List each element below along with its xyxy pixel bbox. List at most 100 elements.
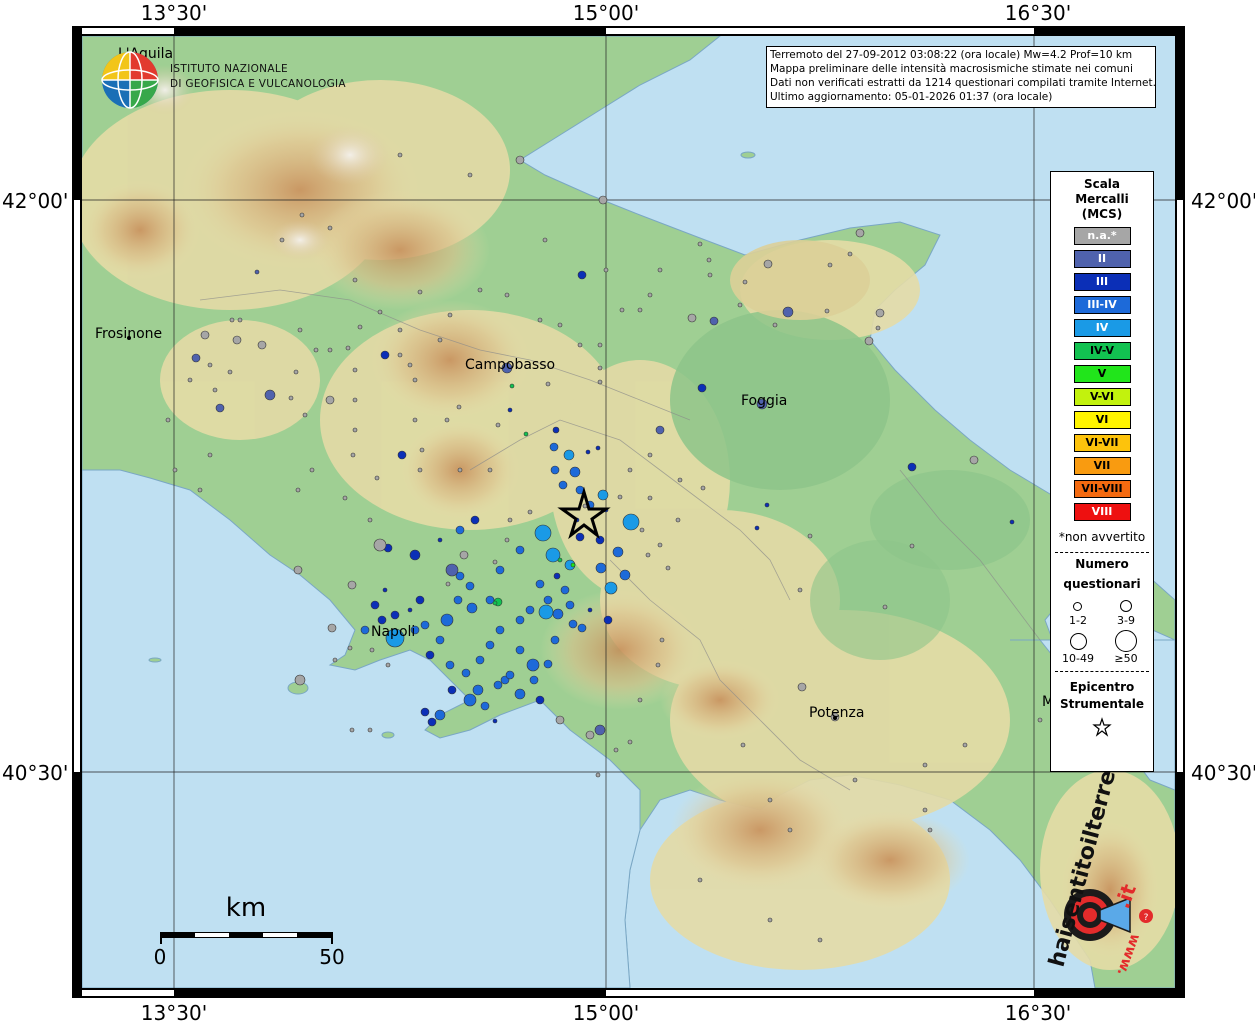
survey-point bbox=[385, 662, 391, 668]
survey-point bbox=[604, 581, 618, 595]
lon-label-1500-top: 15°00' bbox=[573, 1, 639, 25]
survey-point bbox=[922, 807, 928, 813]
size-1-2-symbol bbox=[1073, 602, 1082, 611]
survey-point bbox=[772, 322, 778, 328]
lat-label-4200-left: 42°00' bbox=[2, 189, 68, 213]
lat-label-4030-left: 40°30' bbox=[2, 761, 68, 785]
survey-point bbox=[380, 350, 390, 360]
survey-point bbox=[782, 306, 794, 318]
survey-point bbox=[325, 395, 335, 405]
survey-point bbox=[455, 525, 465, 535]
survey-point bbox=[447, 685, 457, 695]
survey-point bbox=[675, 517, 681, 523]
mcs-scale-item: VII bbox=[1073, 457, 1131, 475]
survey-point bbox=[295, 487, 301, 493]
survey-point bbox=[875, 325, 881, 331]
survey-point bbox=[297, 327, 303, 333]
survey-point bbox=[595, 445, 601, 451]
survey-point bbox=[740, 742, 746, 748]
epicenter-title-1: Epicentro bbox=[1069, 680, 1135, 694]
legend-title-2: Mercalli bbox=[1075, 192, 1129, 206]
survey-point bbox=[597, 342, 603, 348]
survey-point bbox=[299, 212, 305, 218]
event-line-2: Mappa preliminare delle intensità macros… bbox=[770, 63, 1133, 75]
survey-point bbox=[526, 658, 540, 672]
survey-point bbox=[407, 362, 413, 368]
survey-point bbox=[397, 352, 403, 358]
svg-text:?: ? bbox=[1144, 913, 1149, 923]
survey-point bbox=[969, 455, 979, 465]
survey-point bbox=[597, 489, 609, 501]
survey-point bbox=[504, 537, 510, 543]
survey-point bbox=[187, 377, 193, 383]
survey-point bbox=[763, 259, 773, 269]
survey-point bbox=[279, 237, 285, 243]
survey-point bbox=[545, 381, 551, 387]
survey-point bbox=[390, 610, 400, 620]
survey-point bbox=[742, 279, 748, 285]
mcs-scale-item: IV-V bbox=[1073, 342, 1131, 360]
survey-point bbox=[665, 565, 671, 571]
survey-point bbox=[293, 565, 303, 575]
survey-point bbox=[419, 447, 425, 453]
survey-point bbox=[557, 322, 563, 328]
survey-point bbox=[382, 587, 388, 593]
survey-point bbox=[420, 707, 430, 717]
survey-point bbox=[767, 917, 773, 923]
ponza-island bbox=[148, 657, 162, 663]
survey-point bbox=[466, 602, 478, 614]
survey-point bbox=[347, 580, 357, 590]
size-10-49-label: 10-49 bbox=[1062, 652, 1094, 665]
survey-point bbox=[603, 267, 609, 273]
survey-point bbox=[687, 313, 697, 323]
survey-point bbox=[437, 537, 443, 543]
survey-point bbox=[568, 619, 578, 629]
survey-point bbox=[655, 425, 665, 435]
survey-point bbox=[619, 307, 625, 313]
survey-point bbox=[807, 533, 813, 539]
survey-point bbox=[550, 635, 560, 645]
survey-point bbox=[875, 308, 885, 318]
lon-label-1330-top: 13°30' bbox=[141, 1, 207, 25]
survey-point bbox=[347, 645, 353, 651]
city-campobasso: Campobasso bbox=[465, 357, 555, 373]
survey-point bbox=[707, 272, 713, 278]
survey-point bbox=[657, 542, 663, 548]
lowland-southeast bbox=[810, 540, 950, 660]
survey-point bbox=[542, 237, 548, 243]
survey-point bbox=[350, 452, 356, 458]
survey-point bbox=[737, 302, 743, 308]
survey-point bbox=[549, 442, 559, 452]
survey-point bbox=[597, 379, 603, 385]
ingv-name-line2: DI GEOFISICA E VULCANOLOGIA bbox=[170, 78, 346, 90]
survey-point bbox=[535, 579, 545, 589]
survey-point bbox=[360, 625, 370, 635]
star-icon bbox=[1092, 717, 1112, 737]
survey-point bbox=[352, 367, 358, 373]
survey-point bbox=[493, 680, 503, 690]
survey-point bbox=[647, 452, 653, 458]
survey-point bbox=[459, 550, 469, 560]
survey-point bbox=[552, 426, 560, 434]
survey-point bbox=[254, 269, 260, 275]
lon-labels-bottom: 13°30' 15°00' 16°30' bbox=[141, 1001, 1071, 1024]
mcs-scale-item: III bbox=[1073, 273, 1131, 291]
survey-point bbox=[412, 417, 418, 423]
mcs-scale-item: VII-VIII bbox=[1073, 480, 1131, 498]
survey-point bbox=[706, 257, 712, 263]
survey-point bbox=[434, 709, 446, 721]
survey-point bbox=[427, 717, 437, 727]
ingv-name-line1: ISTITUTO NAZIONALE bbox=[170, 63, 288, 75]
city-napoli: Napoli bbox=[371, 624, 415, 640]
survey-point bbox=[594, 724, 606, 736]
survey-point bbox=[754, 525, 760, 531]
legend-panel: Scala Mercalli (MCS) n.a.* II III III-IV IV I… bbox=[1050, 171, 1154, 772]
survey-point bbox=[864, 336, 874, 346]
survey-point bbox=[619, 569, 631, 581]
lon-label-1630-top: 16°30' bbox=[1005, 1, 1071, 25]
survey-point bbox=[882, 604, 888, 610]
survey-point bbox=[535, 695, 545, 705]
survey-point bbox=[397, 450, 407, 460]
event-line-1: Terremoto del 27-09-2012 03:08:22 (ora l… bbox=[770, 49, 1133, 61]
survey-point bbox=[552, 608, 564, 620]
